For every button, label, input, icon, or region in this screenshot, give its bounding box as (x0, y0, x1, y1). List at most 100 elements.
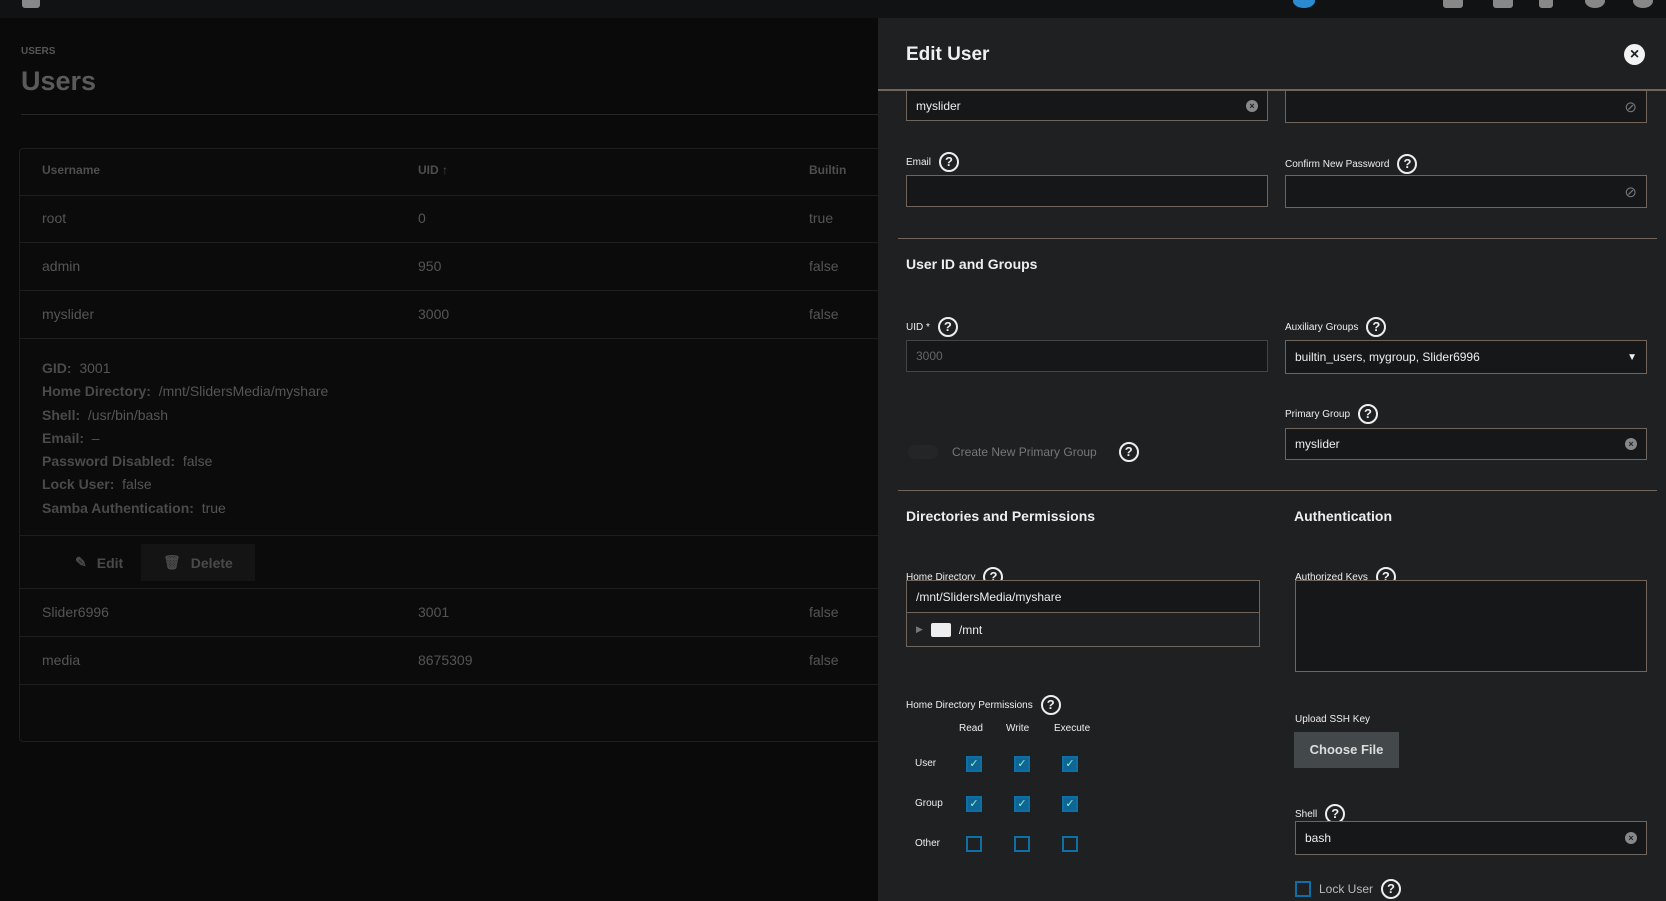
cell-username: media (42, 652, 81, 668)
eye-off-icon[interactable]: ⊘ (1624, 98, 1637, 116)
primary-group-input[interactable]: myslider × (1285, 428, 1647, 460)
checkbox[interactable] (1295, 881, 1311, 897)
detail-value: false (122, 476, 152, 493)
username-value: myslider (916, 98, 961, 113)
uid-label: UID (418, 163, 439, 177)
table-row[interactable]: root 0 true (19, 195, 878, 243)
label-text: Lock User (1319, 882, 1374, 896)
table-row[interactable]: Slider6996 3001 false (19, 589, 878, 637)
column-username[interactable]: Username (42, 163, 100, 177)
table-row[interactable]: myslider 3000 false (19, 291, 878, 339)
primary-group-label: Primary Group? (1285, 404, 1379, 424)
tree-node-label: /mnt (958, 622, 983, 637)
perm-col-execute: Execute (1054, 723, 1091, 734)
apps-icon[interactable] (1443, 0, 1463, 8)
perm-checkbox-user-execute[interactable]: ✓ (1062, 756, 1078, 772)
choose-file-button[interactable]: Choose File (1294, 732, 1399, 768)
divider (898, 490, 1657, 491)
clear-icon[interactable]: × (1625, 832, 1637, 844)
clear-icon[interactable]: × (1246, 99, 1258, 112)
edit-user-panel: Edit User × myslider × ⊘ Email? Confirm N… (878, 18, 1666, 901)
cell-builtin: true (809, 210, 834, 226)
perm-checkbox-user-write[interactable]: ✓ (1014, 756, 1030, 772)
aux-groups-select[interactable]: builtin_users, mygroup, Slider6996 ▼ (1285, 340, 1647, 374)
uid-input[interactable]: 3000 (906, 340, 1268, 372)
shell-value: bash (1305, 831, 1332, 845)
perm-checkbox-group-write[interactable]: ✓ (1014, 796, 1030, 812)
confirm-password-label: Confirm New Password? (1285, 154, 1418, 174)
help-icon[interactable]: ? (939, 152, 960, 172)
delete-button[interactable]: 🗑 Delete (141, 544, 255, 581)
menu-icon[interactable] (22, 0, 40, 8)
detail-value: true (201, 499, 226, 516)
perm-checkbox-group-read[interactable]: ✓ (966, 796, 982, 812)
cell-builtin: false (809, 306, 839, 322)
bell-icon[interactable] (1539, 0, 1553, 8)
eye-off-icon[interactable]: ⊘ (1624, 183, 1637, 201)
create-primary-group-toggle[interactable]: Create New Primary Group? (908, 442, 1139, 462)
expand-arrow-icon[interactable]: ▶ (916, 624, 923, 635)
shell-input[interactable]: bash × (1295, 821, 1647, 855)
label-text: Create New Primary Group (952, 445, 1097, 459)
folder-icon (930, 622, 951, 637)
perm-checkbox-other-read[interactable] (966, 836, 982, 852)
toggle-switch[interactable] (908, 445, 938, 459)
divider (21, 114, 878, 115)
label-text: UID * (906, 321, 930, 333)
uid-label: UID *? (906, 317, 958, 337)
trash-icon: 🗑 (163, 554, 181, 570)
home-dir-input[interactable]: /mnt/SlidersMedia/myshare (906, 580, 1260, 613)
dropdown-arrow-icon: ▼ (1627, 351, 1637, 363)
row-actions: ✎ Edit 🗑 Delete (19, 535, 878, 589)
help-icon[interactable]: ? (937, 317, 958, 337)
perm-row-group: Group (915, 798, 943, 809)
password-input[interactable]: ⊘ (1285, 90, 1647, 123)
help-icon[interactable]: ? (1040, 695, 1061, 715)
settings-icon[interactable] (1585, 0, 1605, 8)
delete-label: Delete (190, 554, 233, 571)
detail-value: – (91, 429, 100, 446)
detail-value: /mnt/SlidersMedia/myshare (158, 383, 329, 400)
power-icon[interactable] (1633, 0, 1653, 8)
lock-user-checkbox[interactable]: Lock User? (1295, 879, 1402, 899)
breadcrumb[interactable]: USERS (21, 46, 55, 57)
help-icon[interactable]: ? (1358, 404, 1379, 424)
clear-icon[interactable]: × (1625, 438, 1637, 450)
close-icon[interactable]: × (1624, 44, 1645, 65)
table-row[interactable]: media 8675309 false (19, 637, 878, 685)
email-input[interactable] (906, 175, 1268, 207)
email-label: Email? (906, 152, 960, 172)
label-text: Email (906, 156, 932, 168)
cell-uid: 0 (418, 210, 426, 226)
confirm-password-input[interactable]: ⊘ (1285, 175, 1647, 208)
perm-row-user: User (915, 758, 937, 769)
perm-checkbox-other-write[interactable] (1014, 836, 1030, 852)
perm-checkbox-other-execute[interactable] (1062, 836, 1078, 852)
help-icon[interactable]: ? (1366, 317, 1387, 337)
panel-title: Edit User (906, 44, 990, 65)
perm-checkbox-user-read[interactable]: ✓ (966, 756, 982, 772)
help-icon[interactable]: ? (1118, 442, 1139, 462)
column-uid[interactable]: UID ↑ (418, 163, 448, 177)
help-icon[interactable]: ? (1381, 879, 1402, 899)
column-builtin[interactable]: Builtin (809, 163, 846, 177)
tasks-icon[interactable] (1493, 0, 1513, 8)
username-input[interactable]: myslider × (906, 90, 1268, 121)
edit-button[interactable]: ✎ Edit (61, 544, 137, 581)
home-dir-value: /mnt/SlidersMedia/myshare (916, 589, 1062, 604)
section-title: Directories and Permissions (906, 508, 1096, 524)
detail-key: GID: (42, 360, 72, 376)
table-row[interactable]: admin 950 false (19, 243, 878, 291)
perm-checkbox-group-execute[interactable]: ✓ (1062, 796, 1078, 812)
detail-key: Email: (42, 429, 85, 446)
cell-username: admin (42, 258, 81, 274)
top-bar (0, 0, 1666, 18)
cell-uid: 8675309 (418, 652, 473, 668)
authorized-keys-textarea[interactable] (1295, 580, 1647, 672)
pencil-icon: ✎ (75, 554, 87, 570)
dir-tree-node[interactable]: ▶ /mnt (906, 612, 1260, 647)
help-icon[interactable]: ? (1397, 154, 1418, 174)
section-title: User ID and Groups (906, 256, 1038, 272)
detail-key: Samba Authentication: (42, 499, 194, 516)
detail-key: Lock User: (42, 476, 115, 493)
